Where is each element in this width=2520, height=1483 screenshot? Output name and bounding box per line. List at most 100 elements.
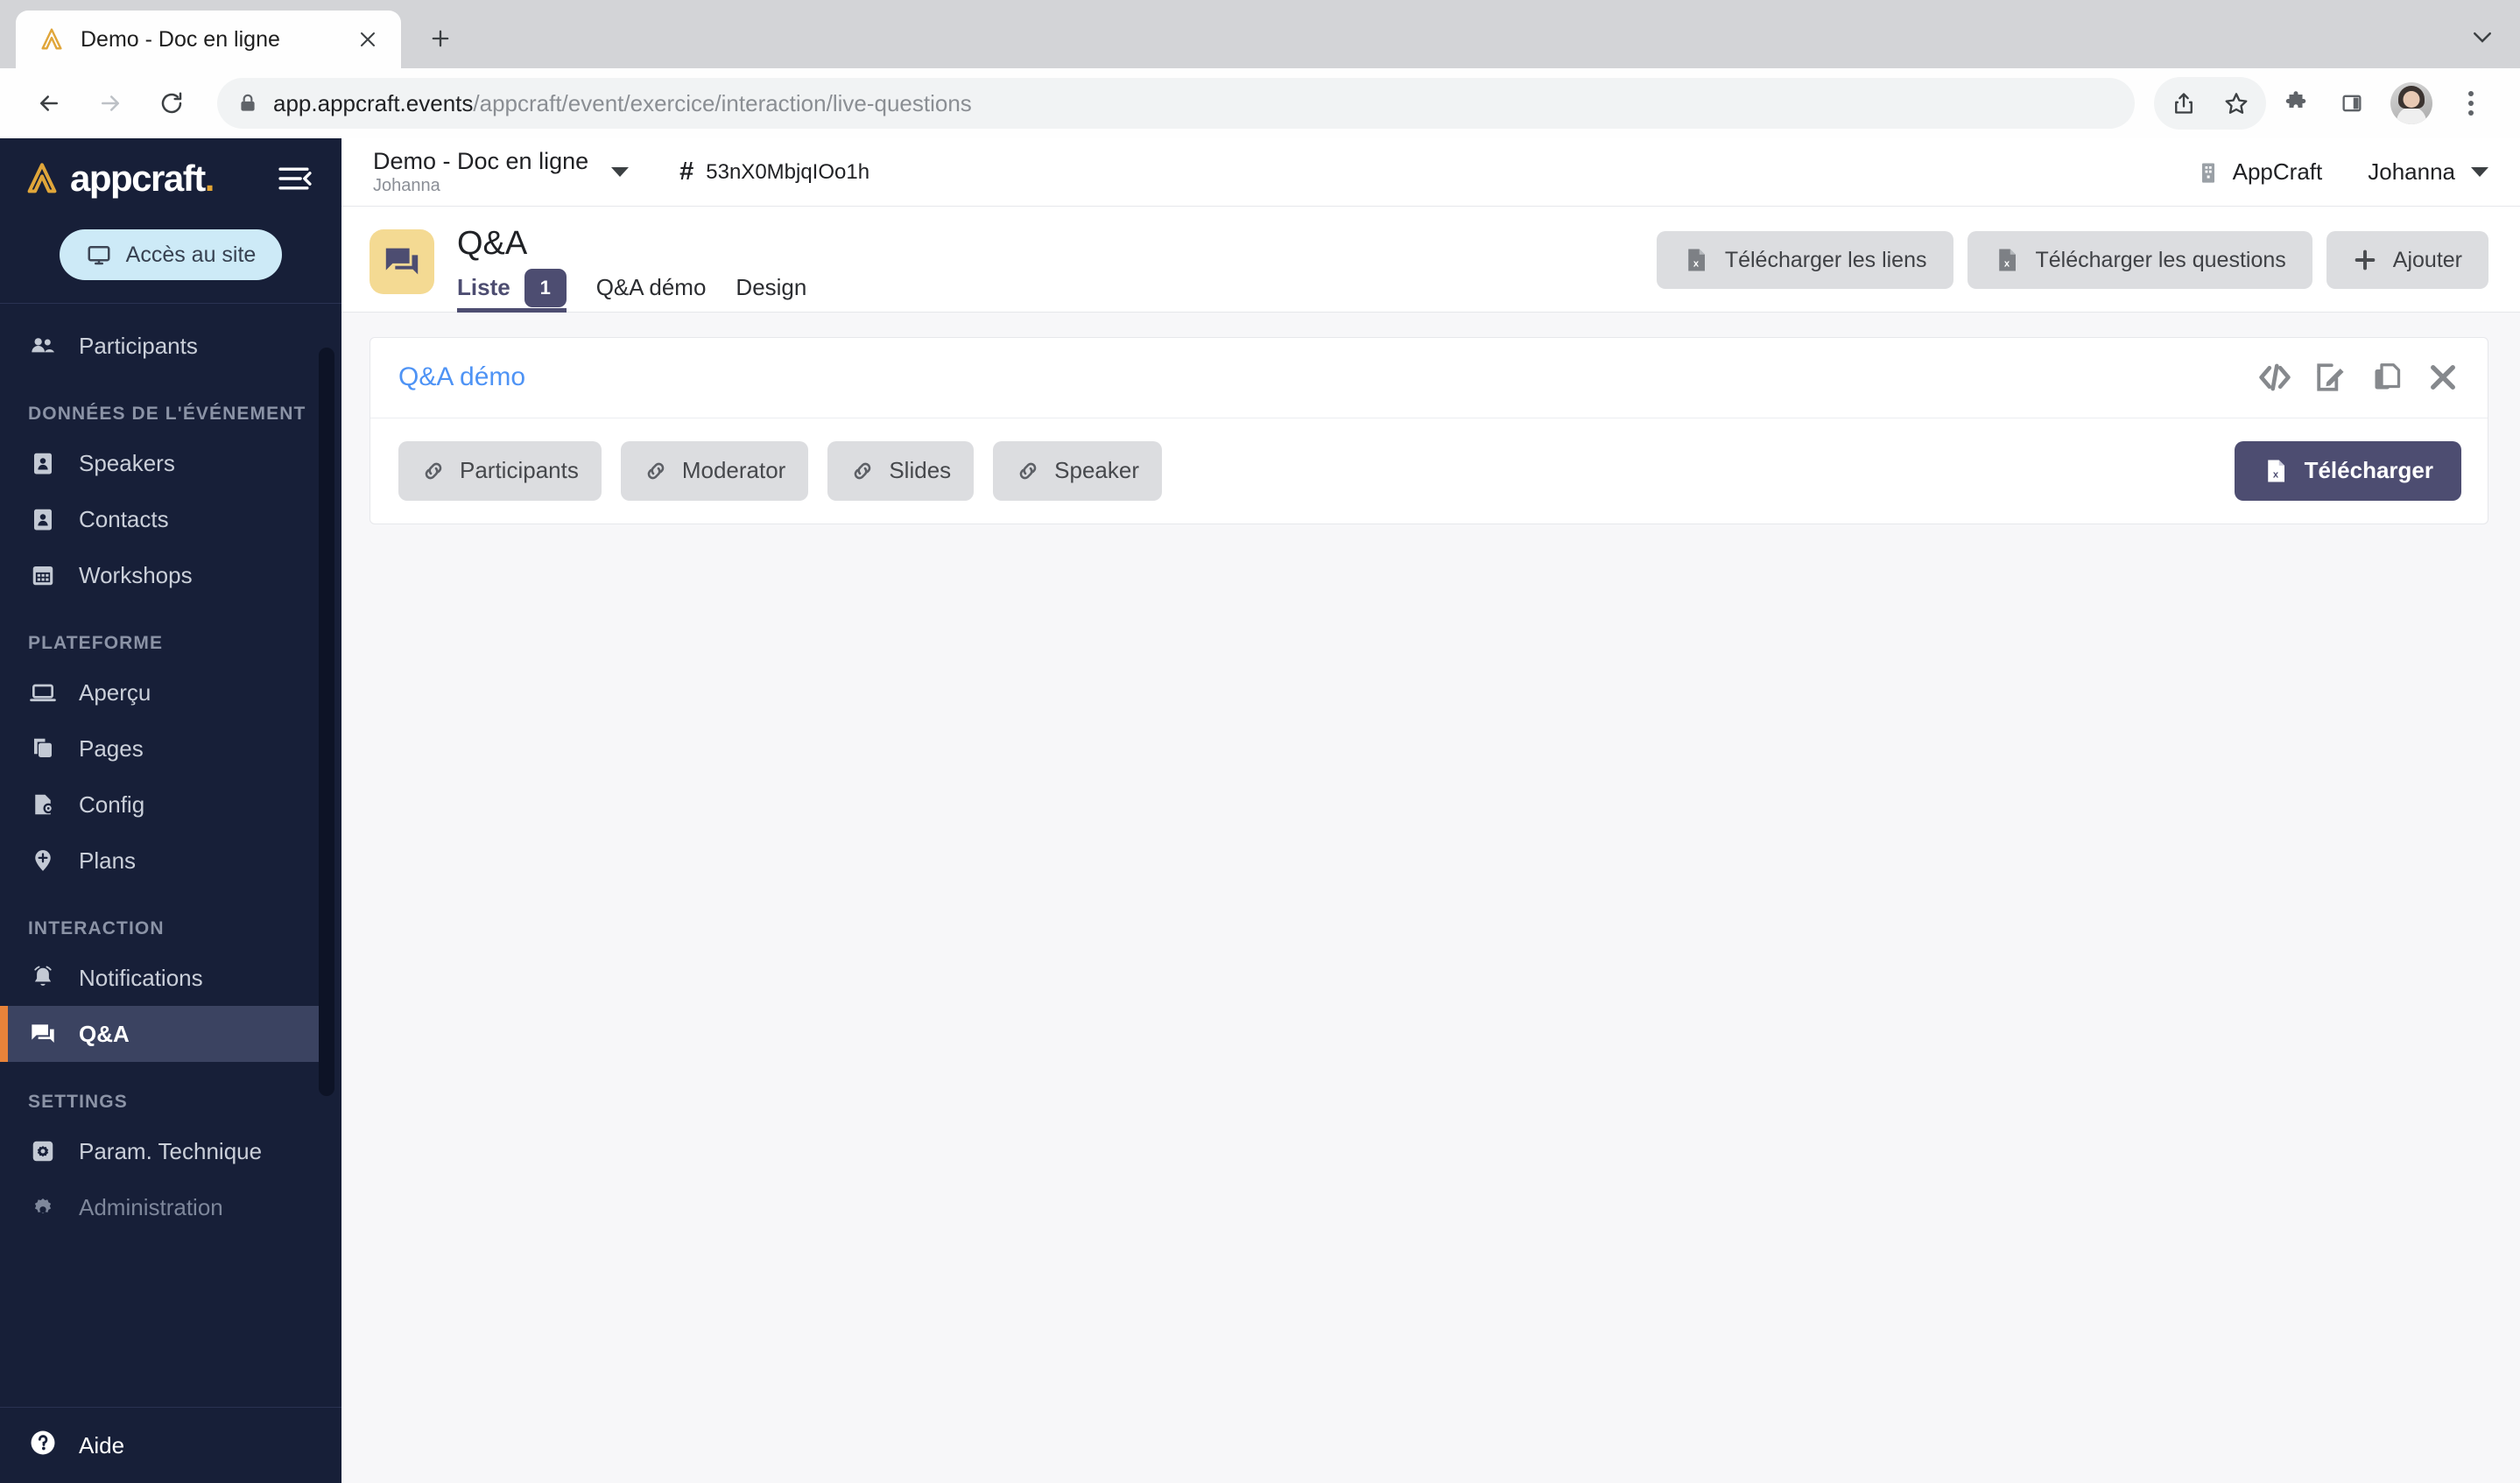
sidebar-section-title: DONNÉES DE L'ÉVÉNEMENT bbox=[28, 404, 306, 424]
user-name: Johanna bbox=[2368, 158, 2455, 185]
question-circle-icon bbox=[28, 1428, 58, 1464]
event-selector[interactable]: Demo - Doc en ligne Johanna bbox=[373, 147, 630, 196]
page-title: Q&A bbox=[457, 225, 528, 262]
laptop-icon bbox=[28, 678, 58, 707]
avatar[interactable] bbox=[2390, 82, 2432, 124]
sidebar-help-section: Aide bbox=[0, 1407, 341, 1483]
sidebar-item-qa[interactable]: Q&A bbox=[0, 1006, 326, 1062]
sidebar-item-formulaires[interactable]: Formulaires bbox=[0, 304, 326, 318]
address-bar[interactable]: app.appcraft.events/appcraft/event/exerc… bbox=[217, 78, 2135, 129]
qa-card-header: Q&A démo bbox=[370, 338, 2488, 418]
tab-qa-demo[interactable]: Q&A démo bbox=[596, 270, 707, 312]
organization-selector[interactable]: AppCraft bbox=[2196, 158, 2323, 186]
pencil-icon bbox=[28, 304, 58, 305]
qa-card-title[interactable]: Q&A démo bbox=[398, 362, 525, 392]
download-button[interactable]: x Télécharger bbox=[2234, 440, 2461, 501]
qa-card: Q&A démo Participants Moderator Slides S… bbox=[370, 336, 2488, 524]
sidebar-item-aide[interactable]: Aide bbox=[0, 1408, 341, 1483]
puzzle-icon[interactable] bbox=[2270, 77, 2322, 130]
tab-title: Demo - Doc en ligne bbox=[81, 26, 280, 52]
close-icon[interactable] bbox=[350, 22, 385, 57]
browser-tab[interactable]: Demo - Doc en ligne bbox=[16, 11, 401, 68]
appcraft-logo-icon bbox=[39, 26, 65, 53]
copy-pages-icon bbox=[28, 734, 58, 763]
link-speaker-button[interactable]: Speaker bbox=[993, 440, 1163, 501]
link-slides-button[interactable]: Slides bbox=[827, 440, 975, 501]
tab-liste[interactable]: Liste 1 bbox=[457, 268, 567, 313]
add-button[interactable]: Ajouter bbox=[2326, 231, 2488, 289]
button-label: Speaker bbox=[1054, 457, 1140, 484]
contact-card-icon bbox=[28, 504, 58, 534]
new-tab-button[interactable] bbox=[413, 11, 468, 66]
duplicate-icon[interactable] bbox=[2369, 359, 2405, 396]
sidebar: appcraft. Accès au site Participants DON… bbox=[0, 138, 341, 1483]
sidebar-item-speakers[interactable]: Speakers bbox=[0, 435, 326, 491]
sidebar-item-workshops[interactable]: Workshops bbox=[0, 547, 326, 603]
sidebar-item-apercu[interactable]: Aperçu bbox=[0, 664, 326, 720]
button-label: Télécharger bbox=[2304, 457, 2433, 484]
svg-text:x: x bbox=[1693, 259, 1700, 270]
download-links-button[interactable]: x Télécharger les liens bbox=[1656, 231, 1953, 289]
star-icon[interactable] bbox=[2210, 77, 2263, 130]
share-icon[interactable] bbox=[2157, 77, 2210, 130]
forward-arrow-icon[interactable] bbox=[84, 77, 137, 130]
event-name: Demo - Doc en ligne bbox=[373, 147, 589, 174]
sidebar-scrollbar[interactable] bbox=[319, 348, 334, 1096]
event-owner: Johanna bbox=[373, 176, 440, 196]
link-icon bbox=[1016, 459, 1040, 483]
button-label: Slides bbox=[889, 457, 952, 484]
site-access-button[interactable]: Accès au site bbox=[59, 229, 283, 280]
link-moderator-button[interactable]: Moderator bbox=[620, 440, 809, 501]
three-dots-icon[interactable] bbox=[2445, 77, 2497, 130]
browser-window: Demo - Doc en ligne app.appcraft.events/… bbox=[0, 0, 2520, 1483]
qa-card-body: Participants Moderator Slides Speaker x … bbox=[370, 418, 2488, 524]
page-header-actions: x Télécharger les liens x Télécharger le… bbox=[1656, 231, 2488, 289]
sidebar-section-title: PLATEFORME bbox=[28, 633, 164, 653]
monitor-icon bbox=[86, 242, 112, 268]
badge-person-icon bbox=[28, 448, 58, 478]
tab-label: Design bbox=[736, 274, 807, 301]
button-label: Télécharger les liens bbox=[1724, 247, 1927, 272]
url-domain: app.appcraft.events bbox=[273, 89, 474, 116]
sidebar-scroll-area: Formulaires Participants DONNÉES DE L'ÉV… bbox=[0, 303, 341, 1407]
side-panel-icon[interactable] bbox=[2326, 77, 2378, 130]
brand-name: appcraft. bbox=[70, 158, 215, 199]
sidebar-item-participants[interactable]: Participants bbox=[0, 318, 326, 374]
link-icon bbox=[421, 459, 446, 483]
url-path: /appcraft/event/exercice/interaction/liv… bbox=[473, 89, 972, 116]
sidebar-item-label: Plans bbox=[79, 847, 137, 874]
browser-toolbar: app.appcraft.events/appcraft/event/exerc… bbox=[0, 68, 2520, 138]
window-chevron-down-icon[interactable] bbox=[2469, 24, 2495, 54]
tab-design[interactable]: Design bbox=[736, 270, 806, 312]
button-label: Ajouter bbox=[2392, 247, 2462, 272]
button-label: Télécharger les questions bbox=[2035, 247, 2286, 272]
gear-square-icon bbox=[28, 1136, 58, 1166]
download-questions-button[interactable]: x Télécharger les questions bbox=[1967, 231, 2312, 289]
sidebar-item-notifications[interactable]: Notifications bbox=[0, 950, 326, 1006]
share-bookmark-group bbox=[2154, 77, 2266, 130]
avatar-face bbox=[2403, 91, 2420, 108]
sidebar-item-label: Param. Technique bbox=[79, 1137, 263, 1164]
link-participants-button[interactable]: Participants bbox=[398, 440, 602, 501]
close-icon[interactable] bbox=[2425, 359, 2461, 396]
sidebar-item-label: Config bbox=[79, 791, 145, 818]
sidebar-brand[interactable]: appcraft. bbox=[0, 147, 341, 210]
sidebar-item-administration[interactable]: Administration bbox=[0, 1179, 326, 1235]
back-arrow-icon[interactable] bbox=[23, 77, 75, 130]
page-tabs: Liste 1 Q&A démo Design bbox=[457, 268, 806, 313]
sidebar-item-config[interactable]: Config bbox=[0, 777, 326, 833]
code-icon[interactable] bbox=[2256, 359, 2293, 396]
building-icon bbox=[2196, 160, 2221, 185]
user-menu[interactable]: Johanna bbox=[2368, 158, 2488, 186]
sidebar-item-param-technique[interactable]: Param. Technique bbox=[0, 1123, 326, 1179]
people-icon bbox=[28, 331, 58, 361]
sidebar-item-label: Participants bbox=[79, 332, 198, 359]
organization-name: AppCraft bbox=[2232, 158, 2323, 185]
sidebar-item-plans[interactable]: Plans bbox=[0, 833, 326, 889]
button-label: Participants bbox=[460, 457, 579, 484]
sidebar-item-contacts[interactable]: Contacts bbox=[0, 491, 326, 547]
reload-icon[interactable] bbox=[145, 77, 198, 130]
sidebar-item-pages[interactable]: Pages bbox=[0, 720, 326, 777]
edit-icon[interactable] bbox=[2312, 359, 2349, 396]
collapse-menu-icon[interactable] bbox=[275, 158, 315, 199]
